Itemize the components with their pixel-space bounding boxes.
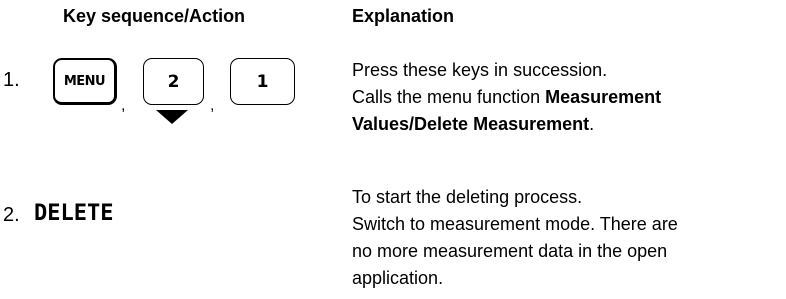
key-separator: ,: [210, 97, 215, 114]
delete-softkey[interactable]: DELETE: [34, 201, 113, 226]
menu-function-name-part-1: Measurement: [545, 87, 662, 107]
step-1-explanation-line-2: Calls the menu function Measurement: [352, 84, 661, 111]
menu-function-name-part-2: Values/Delete Measurement: [352, 114, 590, 134]
step-1-explanation-line-3: Values/Delete Measurement.: [352, 111, 661, 138]
step-2-explanation-line-2: Switch to measurement mode. There are: [352, 214, 678, 234]
header-key-sequence: Key sequence/Action: [63, 6, 246, 26]
step-1-explanation-line-1: Press these keys in succession.: [352, 60, 608, 80]
step-2-explanation-line-1: To start the deleting process.: [352, 187, 583, 207]
step-1-number: 1.: [3, 69, 20, 91]
step-2-number: 2.: [3, 204, 20, 226]
header-explanation: Explanation: [352, 6, 455, 26]
key-separator: ,: [121, 97, 126, 114]
period: .: [589, 114, 595, 134]
key-1[interactable]: 1: [230, 58, 295, 105]
key-2[interactable]: 2: [143, 58, 204, 105]
step-1-explanation: Press these keys in succession. Calls th…: [352, 57, 661, 138]
down-triangle-icon: [156, 110, 188, 124]
step-2-explanation-line-3: no more measurement data in the open: [352, 241, 668, 261]
menu-key[interactable]: MENU: [53, 58, 117, 105]
step-2-explanation: To start the deleting process. Switch to…: [352, 184, 678, 292]
step-1-explanation-text: Calls the menu function: [352, 87, 546, 107]
step-2-explanation-line-4: application.: [352, 268, 444, 288]
